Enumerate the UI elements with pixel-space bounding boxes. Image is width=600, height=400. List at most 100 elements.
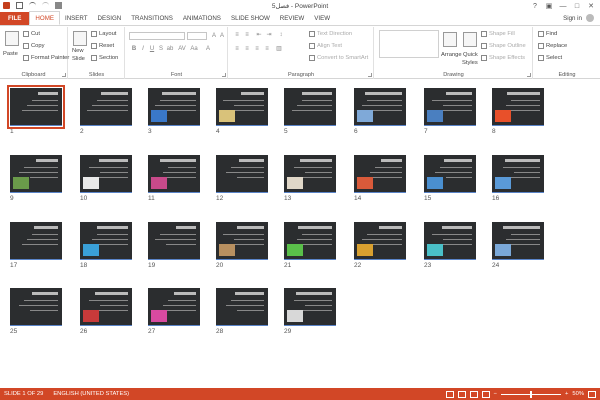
slide-preview[interactable] xyxy=(354,88,406,126)
slide-thumbnail[interactable]: 17 xyxy=(10,222,62,269)
tab-view[interactable]: VIEW xyxy=(309,12,335,25)
slide-thumbnail[interactable]: 8 xyxy=(492,88,544,135)
new-slide-icon[interactable] xyxy=(73,31,87,46)
slide-thumbnail[interactable]: 6 xyxy=(354,88,406,135)
shape-fill-button[interactable]: Shape Fill xyxy=(481,31,515,37)
slide-thumbnail[interactable]: 27 xyxy=(148,288,200,335)
strikethrough-icon[interactable]: ab xyxy=(166,46,174,53)
increase-indent-icon[interactable]: ⇥ xyxy=(265,32,273,39)
center-icon[interactable]: ≡ xyxy=(243,46,251,53)
align-left-icon[interactable]: ≡ xyxy=(233,46,241,53)
slide-thumbnail[interactable]: 20 xyxy=(216,222,268,269)
reading-view-icon[interactable] xyxy=(469,390,478,398)
slide-preview[interactable] xyxy=(492,222,544,260)
zoom-slider-handle[interactable] xyxy=(530,390,532,398)
slide-thumbnail[interactable]: 18 xyxy=(80,222,132,269)
tab-animations[interactable]: ANIMATIONS xyxy=(178,12,226,25)
slide-preview[interactable] xyxy=(148,88,200,126)
slide-preview[interactable] xyxy=(354,155,406,193)
slide-thumbnail[interactable]: 2 xyxy=(80,88,132,135)
numbering-icon[interactable]: ≡ xyxy=(243,32,251,39)
font-launcher-icon[interactable] xyxy=(222,73,226,77)
slide-preview[interactable] xyxy=(216,155,268,193)
slide-thumbnail[interactable]: 26 xyxy=(80,288,132,335)
slide-preview[interactable] xyxy=(216,288,268,326)
replace-button[interactable]: Replace xyxy=(538,43,567,49)
slide-preview[interactable] xyxy=(284,288,336,326)
slide-thumbnail[interactable]: 14 xyxy=(354,155,406,202)
arrange-icon[interactable] xyxy=(443,32,457,47)
normal-view-icon[interactable] xyxy=(445,390,454,398)
slide-preview[interactable] xyxy=(80,222,132,260)
fit-to-window-icon[interactable] xyxy=(588,390,596,398)
slide-thumbnail[interactable]: 19 xyxy=(148,222,200,269)
zoom-out-icon[interactable]: − xyxy=(494,388,497,400)
select-button[interactable]: Select xyxy=(538,55,562,61)
tab-home[interactable]: HOME xyxy=(29,11,60,25)
tab-review[interactable]: REVIEW xyxy=(275,12,309,25)
slide-preview[interactable] xyxy=(216,222,268,260)
slide-preview[interactable] xyxy=(80,288,132,326)
align-text-button[interactable]: Align Text xyxy=(309,43,342,49)
quick-styles-icon[interactable] xyxy=(463,32,477,47)
paragraph-launcher-icon[interactable] xyxy=(368,73,372,77)
slide-preview[interactable] xyxy=(216,88,268,126)
paste-button[interactable]: Paste xyxy=(3,51,18,57)
tab-insert[interactable]: INSERT xyxy=(60,12,93,25)
slide-preview[interactable] xyxy=(492,88,544,126)
slide-thumbnail[interactable]: 10 xyxy=(80,155,132,202)
zoom-in-icon[interactable]: + xyxy=(565,388,568,400)
zoom-slider[interactable] xyxy=(501,390,561,398)
slide-thumbnail[interactable]: 7 xyxy=(424,88,476,135)
shapes-gallery[interactable] xyxy=(379,30,439,58)
italic-icon[interactable]: I xyxy=(139,46,147,53)
maximize-button[interactable]: □ xyxy=(570,0,584,12)
avatar[interactable] xyxy=(586,13,594,22)
format-painter-button[interactable]: Format Painter xyxy=(23,55,69,61)
line-spacing-icon[interactable]: ↕ xyxy=(277,32,285,39)
new-slide-button[interactable]: New xyxy=(72,48,84,54)
quick-styles-button[interactable]: Quick xyxy=(463,52,478,58)
decrease-indent-icon[interactable]: ⇤ xyxy=(255,32,263,39)
slide-preview[interactable] xyxy=(10,155,62,193)
paste-icon[interactable] xyxy=(5,31,19,46)
cut-button[interactable]: Cut xyxy=(23,31,40,37)
help-button[interactable]: ? xyxy=(528,0,542,12)
copy-button[interactable]: Copy xyxy=(23,43,45,49)
slide-thumbnail[interactable]: 1 xyxy=(7,85,65,135)
ribbon-display-options-button[interactable]: ▣ xyxy=(542,0,556,12)
tab-slide-show[interactable]: SLIDE SHOW xyxy=(226,12,275,25)
slide-thumbnail[interactable]: 29 xyxy=(284,288,336,335)
columns-icon[interactable]: ▥ xyxy=(275,46,283,53)
reset-button[interactable]: Reset xyxy=(91,43,114,49)
slide-preview[interactable] xyxy=(80,155,132,193)
slide-preview[interactable] xyxy=(10,288,62,326)
slide-preview[interactable] xyxy=(10,222,62,260)
shape-outline-button[interactable]: Shape Outline xyxy=(481,43,526,49)
layout-button[interactable]: Layout xyxy=(91,31,116,37)
slide-preview[interactable] xyxy=(424,155,476,193)
section-button[interactable]: Section xyxy=(91,55,118,61)
shape-effects-button[interactable]: Shape Effects xyxy=(481,55,525,61)
change-case-icon[interactable]: Aa xyxy=(190,46,198,53)
slide-sorter-view-icon[interactable] xyxy=(457,390,466,398)
slide-preview[interactable] xyxy=(424,222,476,260)
clipboard-launcher-icon[interactable] xyxy=(62,73,66,77)
tab-design[interactable]: DESIGN xyxy=(93,12,127,25)
slide-preview[interactable] xyxy=(354,222,406,260)
slide-preview[interactable] xyxy=(148,288,200,326)
slide-preview[interactable] xyxy=(284,88,336,126)
slide-thumbnail[interactable]: 9 xyxy=(10,155,62,202)
slide-show-view-icon[interactable] xyxy=(481,390,490,398)
slide-thumbnail[interactable]: 21 xyxy=(284,222,336,269)
slide-preview[interactable] xyxy=(284,155,336,193)
slide-thumbnail[interactable]: 13 xyxy=(284,155,336,202)
slide-thumbnail[interactable]: 12 xyxy=(216,155,268,202)
tab-transitions[interactable]: TRANSITIONS xyxy=(126,12,178,25)
convert-smartart-button[interactable]: Convert to SmartArt xyxy=(309,55,368,61)
slide-thumbnail[interactable]: 24 xyxy=(492,222,544,269)
slide-thumbnail[interactable]: 25 xyxy=(10,288,62,335)
close-button[interactable]: ✕ xyxy=(584,0,598,12)
zoom-level[interactable]: 50% xyxy=(572,388,584,400)
drawing-launcher-icon[interactable] xyxy=(527,73,531,77)
